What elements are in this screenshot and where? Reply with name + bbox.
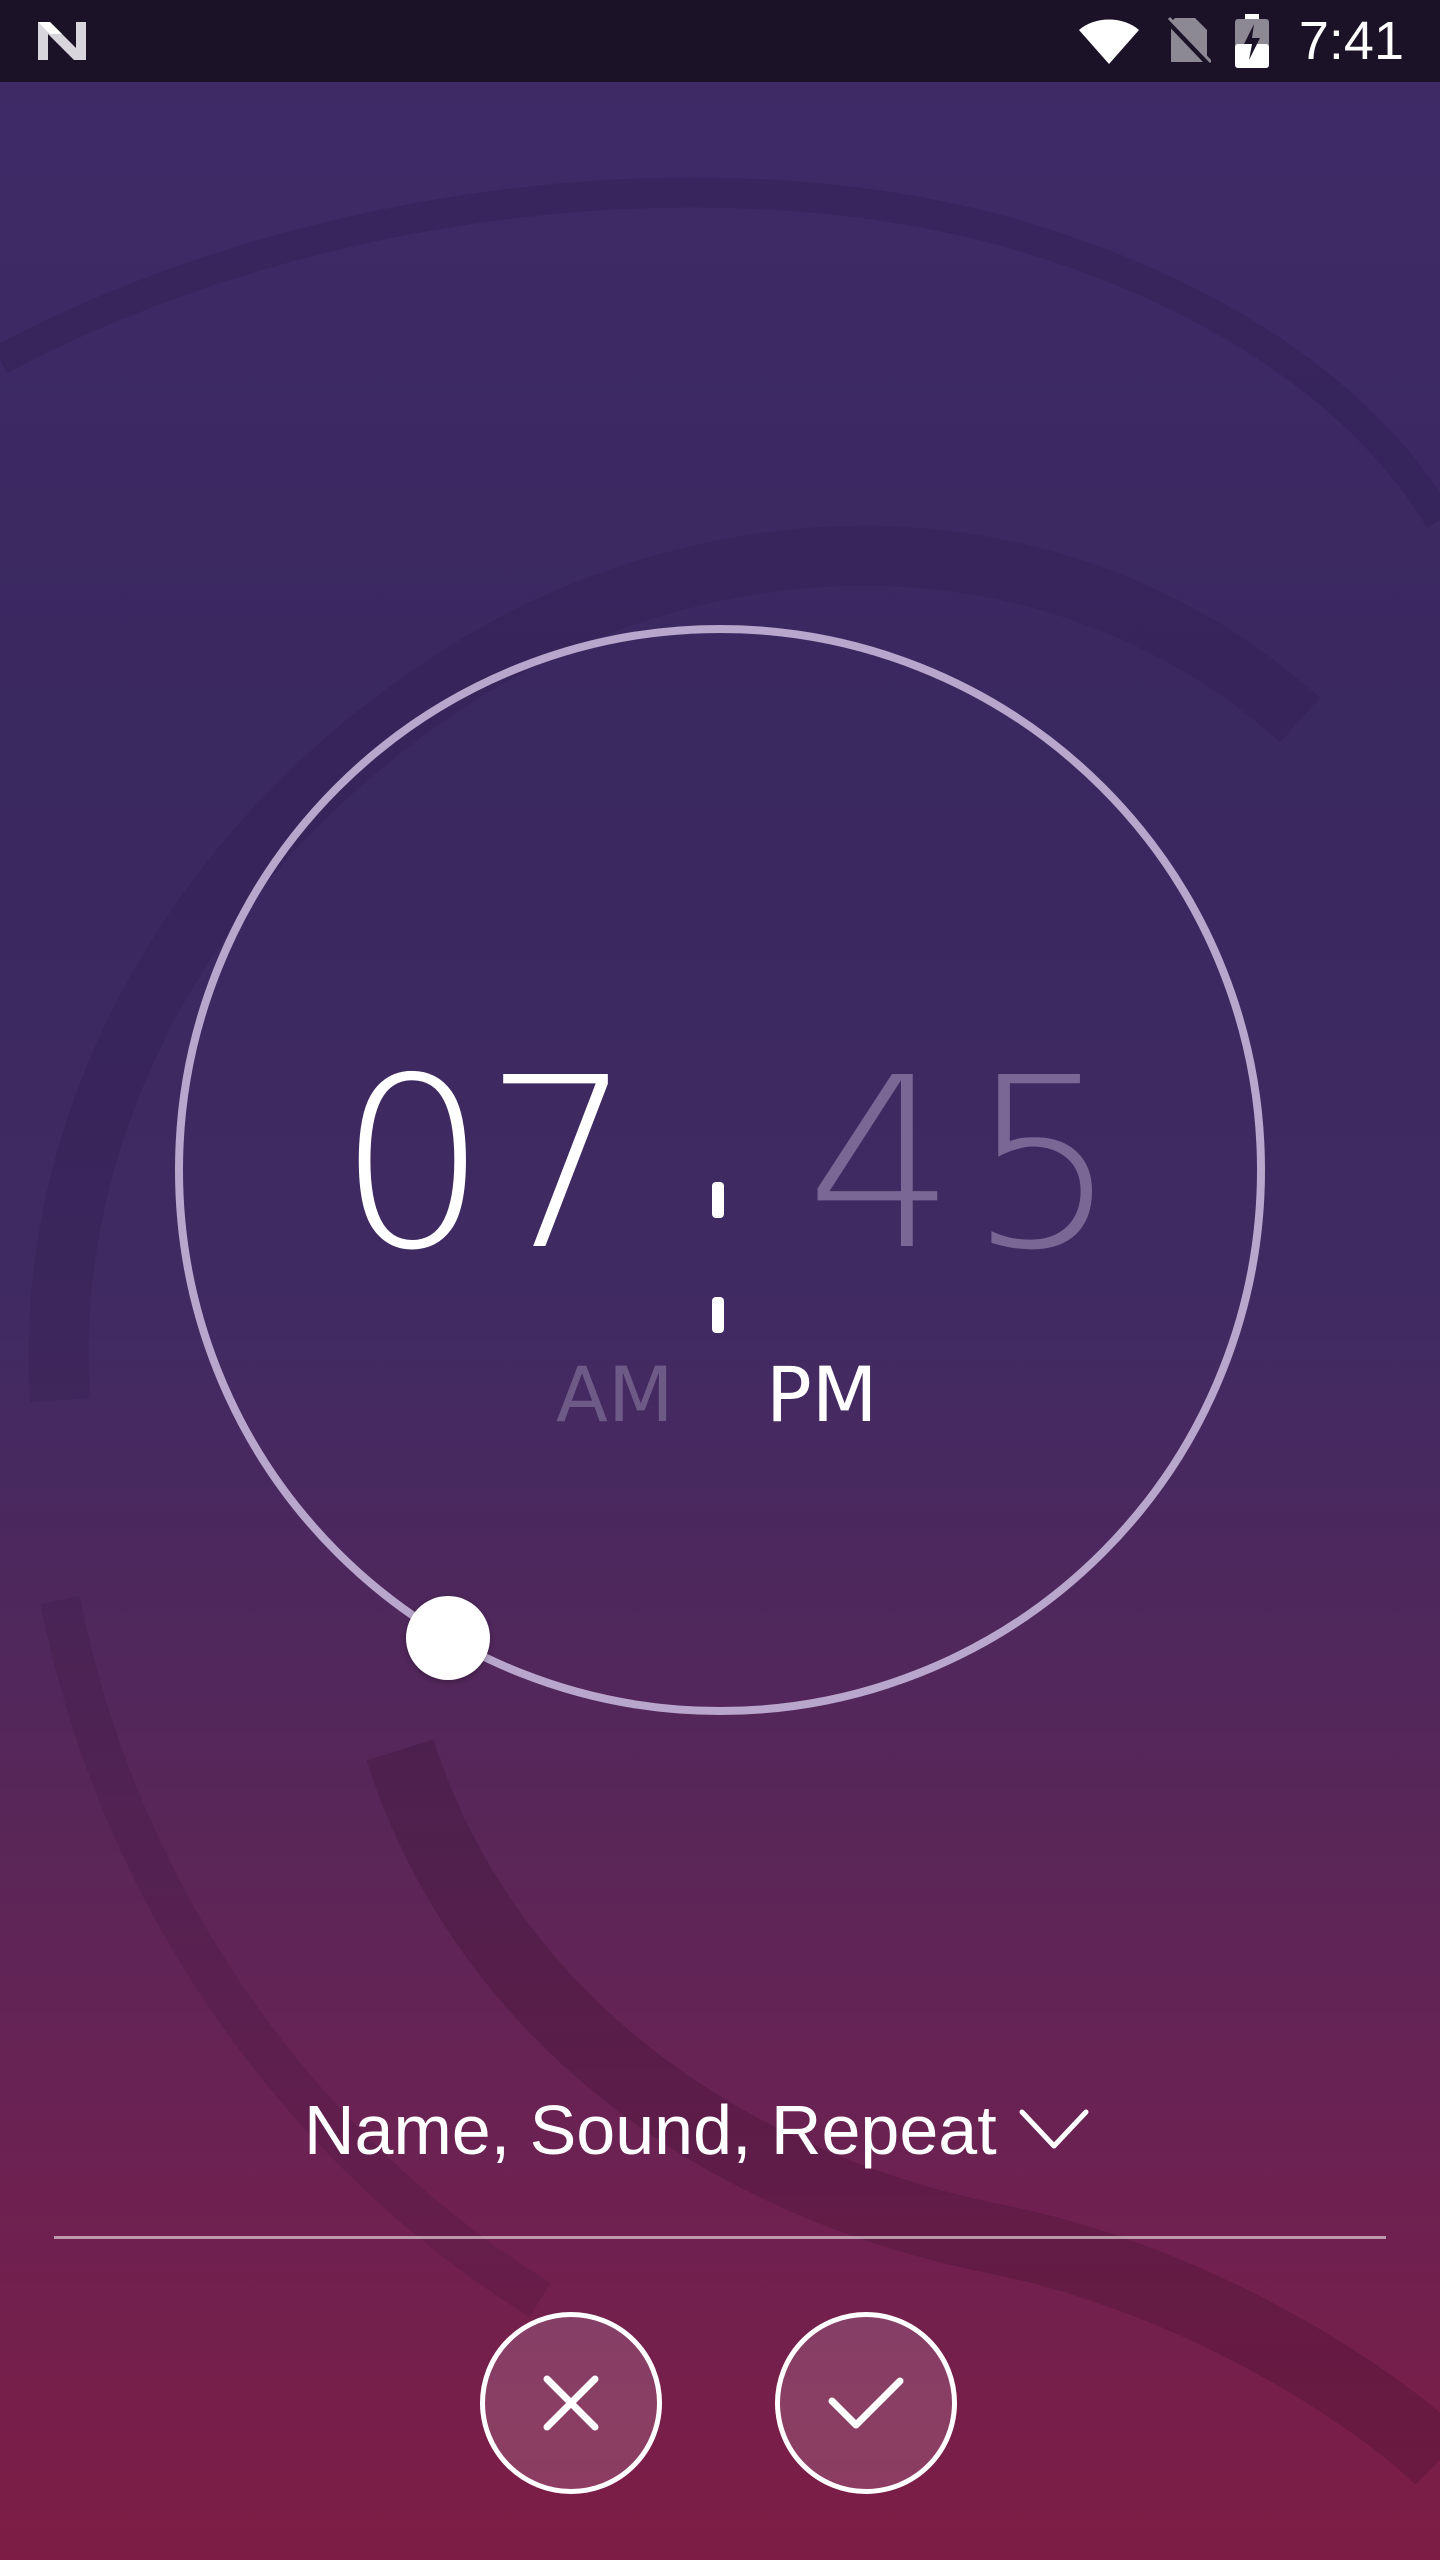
- status-time: 7:41: [1298, 11, 1404, 71]
- options-label: Name, Sound, Repeat: [304, 2091, 997, 2169]
- check-icon: [828, 2377, 904, 2429]
- hours-value[interactable]: 07: [290, 1040, 634, 1290]
- divider: [54, 2236, 1386, 2239]
- alarm-options-expander[interactable]: Name, Sound, Repeat: [0, 2080, 1440, 2180]
- time-readout: 07 45: [0, 1040, 1440, 1333]
- chevron-down-icon[interactable]: [1018, 2102, 1090, 2156]
- confirm-button[interactable]: [775, 2312, 957, 2494]
- wifi-icon: [1078, 19, 1139, 64]
- close-icon: [543, 2375, 599, 2431]
- cancel-button[interactable]: [480, 2312, 662, 2494]
- dial-handle[interactable]: [406, 1596, 490, 1680]
- notification-n-icon: [38, 22, 86, 60]
- pm-toggle[interactable]: PM: [766, 1345, 877, 1445]
- time-separator: [712, 1132, 726, 1333]
- battery-charging-icon: [1234, 14, 1269, 68]
- status-bar: 7:41: [0, 0, 1440, 82]
- am-toggle[interactable]: AM: [556, 1345, 674, 1445]
- minutes-value[interactable]: 45: [806, 1040, 1166, 1290]
- no-sim-icon: [1164, 16, 1211, 66]
